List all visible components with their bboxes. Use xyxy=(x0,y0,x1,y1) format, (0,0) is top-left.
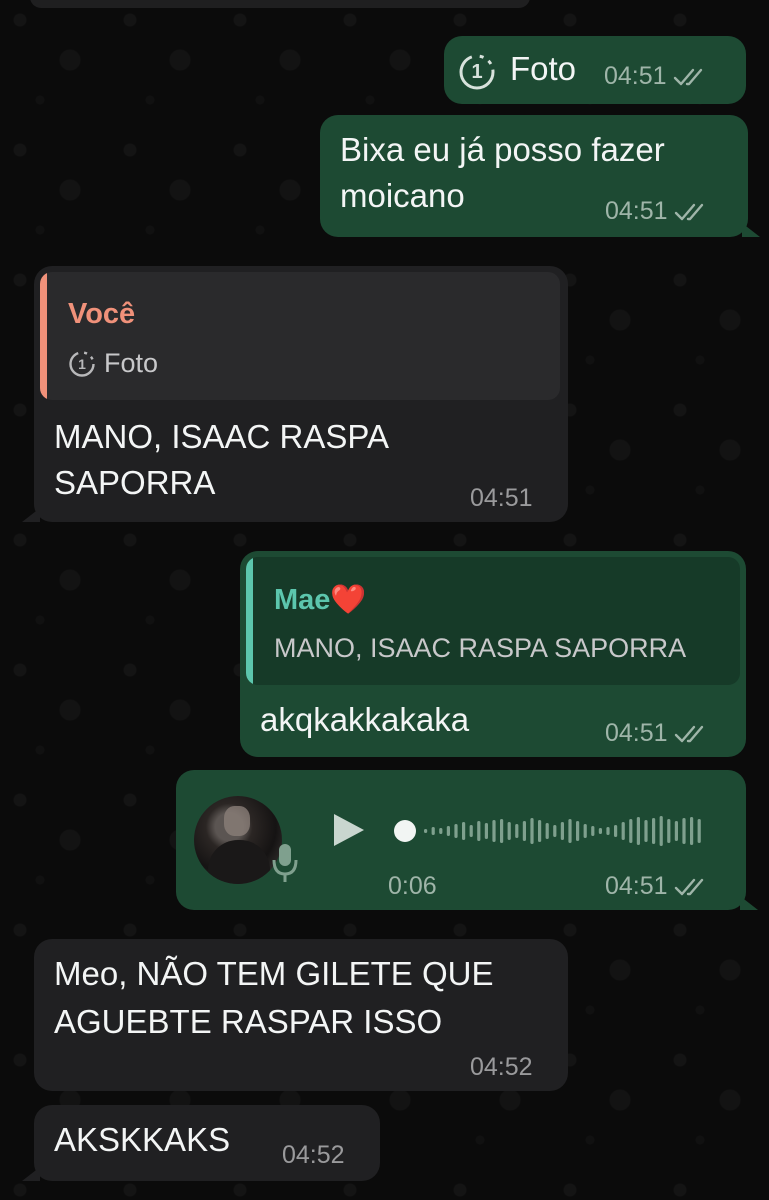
message-meta: 04:51 xyxy=(605,872,708,901)
message-time: 04:51 xyxy=(604,62,667,90)
voice-waveform[interactable] xyxy=(394,812,712,850)
message-incoming[interactable]: Meo, NÃO TEM GILETE QUE AGUEBTE RASPAR I… xyxy=(34,939,568,1091)
double-check-icon xyxy=(674,876,708,898)
message-text-line: Meo, NÃO TEM GILETE QUE xyxy=(54,955,494,992)
view-once-icon: 1 xyxy=(458,53,496,91)
message-view-once-photo[interactable]: 1 Foto 04:51 xyxy=(444,36,746,104)
double-check-icon xyxy=(674,723,708,745)
view-once-icon: 1 xyxy=(68,350,96,378)
message-time: 04:51 xyxy=(470,484,533,512)
message-text: akqkakkakaka xyxy=(260,701,470,738)
message-meta: 04:51 xyxy=(605,197,708,226)
message-outgoing[interactable]: Bixa eu já posso fazer moicano 04:51 xyxy=(320,115,760,237)
message-time: 04:51 xyxy=(605,719,668,747)
message-outgoing-reply[interactable]: Mae❤️ MANO, ISAAC RASPA SAPORRA akqkakka… xyxy=(240,551,746,757)
message-meta: 04:51 xyxy=(604,62,707,91)
quoted-message[interactable]: Você 1 Foto xyxy=(40,272,560,400)
message-text: AKSKKAKS xyxy=(54,1121,231,1158)
message-time: 04:52 xyxy=(470,1053,533,1081)
previous-message-fragment xyxy=(30,0,530,8)
mic-icon xyxy=(272,842,298,889)
message-meta: 04:52 xyxy=(470,1053,533,1082)
heart-emoji: ❤️ xyxy=(330,584,367,616)
sender-avatar xyxy=(194,796,282,884)
message-text-line: Bixa eu já posso fazer xyxy=(340,131,665,168)
message-text-line: AGUEBTE RASPAR ISSO xyxy=(54,1003,443,1040)
quoted-message[interactable]: Mae❤️ MANO, ISAAC RASPA SAPORRA xyxy=(246,557,740,685)
quote-text: MANO, ISAAC RASPA SAPORRA xyxy=(274,633,687,663)
message-meta: 04:51 xyxy=(470,484,533,513)
quote-bar xyxy=(40,272,47,400)
voice-duration: 0:06 xyxy=(388,872,437,900)
message-text-line: moicano xyxy=(340,177,465,214)
message-meta: 04:52 xyxy=(282,1141,345,1170)
double-check-icon xyxy=(673,66,707,88)
view-once-label: Foto xyxy=(510,50,577,87)
quote-bar xyxy=(246,557,253,685)
message-meta: 04:51 xyxy=(605,719,708,748)
quote-author: Mae❤️ xyxy=(274,584,367,616)
message-text-line: SAPORRA xyxy=(54,464,216,501)
message-time: 04:51 xyxy=(605,197,668,225)
quote-text: 1 Foto xyxy=(68,348,158,379)
message-time: 04:52 xyxy=(282,1141,345,1169)
message-incoming-reply[interactable]: Você 1 Foto MANO, ISAAC RASPA SAPORRA 04… xyxy=(22,266,568,522)
message-time: 04:51 xyxy=(605,872,668,900)
double-check-icon xyxy=(674,201,708,223)
message-text-line: MANO, ISAAC RASPA xyxy=(54,418,389,455)
message-incoming[interactable]: AKSKKAKS 04:52 xyxy=(22,1105,380,1181)
play-icon[interactable] xyxy=(332,812,366,853)
quote-author: Você xyxy=(68,298,136,330)
